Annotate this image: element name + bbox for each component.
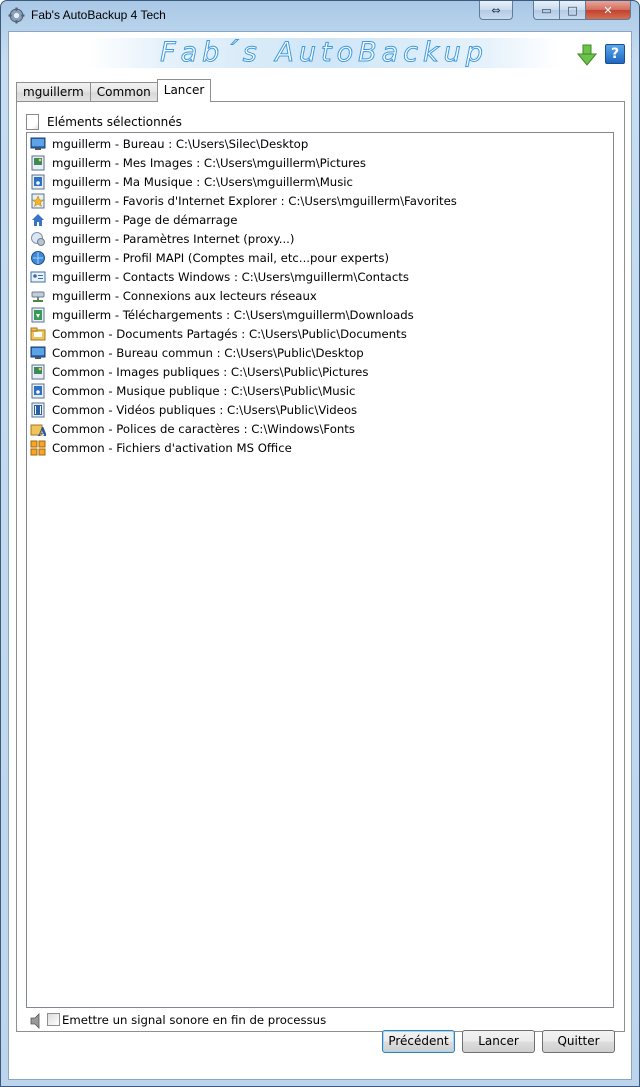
list-item[interactable]: mguillerm - Page de démarrage xyxy=(30,210,237,229)
tab-strip: mguillerm Common Lancer xyxy=(16,79,212,102)
selected-items-title: Eléments sélectionnés xyxy=(47,115,182,129)
office-icon xyxy=(30,440,46,456)
videos-icon xyxy=(30,402,46,418)
help-icon[interactable]: ? xyxy=(605,44,625,64)
document-icon xyxy=(26,114,39,130)
app-gear-icon xyxy=(8,7,25,24)
title-bar[interactable]: Fab's AutoBackup 4 Tech ⇔ ▭ □ ✕ xyxy=(1,1,639,31)
list-item-label: Common - Fichiers d'activation MS Office xyxy=(52,440,292,455)
downloads-icon xyxy=(30,307,46,323)
internet-settings-icon xyxy=(30,231,46,247)
favorites-icon xyxy=(30,193,46,209)
list-item[interactable]: Common - Fichiers d'activation MS Office xyxy=(30,438,292,457)
list-item-label: mguillerm - Ma Musique : C:\Users\mguill… xyxy=(52,174,353,189)
minimize-icon: ▭ xyxy=(541,3,552,17)
green-down-arrow-icon[interactable] xyxy=(577,44,597,66)
shared-documents-icon xyxy=(30,326,46,342)
list-item[interactable]: mguillerm - Mes Images : C:\Users\mguill… xyxy=(30,153,366,172)
contacts-icon xyxy=(30,269,46,285)
sound-signal-label[interactable]: Emettre un signal sonore en fin de proce… xyxy=(62,1013,326,1027)
list-item-label: mguillerm - Profil MAPI (Comptes mail, e… xyxy=(52,250,390,265)
close-button[interactable]: ✕ xyxy=(586,1,631,20)
app-window: Fab's AutoBackup 4 Tech ⇔ ▭ □ ✕ Fab´s Au… xyxy=(0,0,640,1087)
list-item-label: mguillerm - Connexions aux lecteurs rése… xyxy=(52,288,317,303)
window-title: Fab's AutoBackup 4 Tech xyxy=(31,8,166,22)
homepage-icon xyxy=(30,212,46,228)
list-item[interactable]: mguillerm - Téléchargements : C:\Users\m… xyxy=(30,305,414,324)
list-item-label: mguillerm - Paramètres Internet (proxy..… xyxy=(52,231,295,246)
selected-items-header: Eléments sélectionnés xyxy=(26,114,182,130)
network-drive-icon xyxy=(30,288,46,304)
list-item[interactable]: mguillerm - Paramètres Internet (proxy..… xyxy=(30,229,294,248)
fonts-icon: A xyxy=(30,421,46,437)
caption-buttons: ⇔ ▭ □ ✕ xyxy=(479,1,631,20)
list-item[interactable]: mguillerm - Bureau : C:\Users\Silec\Desk… xyxy=(30,134,308,153)
list-item[interactable]: mguillerm - Profil MAPI (Comptes mail, e… xyxy=(30,248,389,267)
list-item-label: mguillerm - Bureau : C:\Users\Silec\Desk… xyxy=(52,136,309,151)
minimize-button[interactable]: ▭ xyxy=(533,1,560,20)
app-banner: Fab´s AutoBackup xyxy=(89,37,559,69)
quit-button[interactable]: Quitter xyxy=(542,1030,615,1053)
list-item[interactable]: Common - Musique publique : C:\Users\Pub… xyxy=(30,381,355,400)
mail-profile-icon xyxy=(30,250,46,266)
list-item[interactable]: Common - Bureau commun : C:\Users\Public… xyxy=(30,343,364,362)
desktop-icon xyxy=(30,136,46,152)
list-item-label: Common - Polices de caractères : C:\Wind… xyxy=(52,421,355,436)
selected-items-list[interactable]: mguillerm - Bureau : C:\Users\Silec\Desk… xyxy=(26,132,614,1008)
resize-icon: ⇔ xyxy=(491,3,501,17)
list-item-label: Common - Vidéos publiques : C:\Users\Pub… xyxy=(52,402,358,417)
maximize-icon: □ xyxy=(567,3,578,17)
run-button[interactable]: Lancer xyxy=(462,1030,535,1053)
list-item[interactable]: Common - Documents Partagés : C:\Users\P… xyxy=(30,324,407,343)
desktop-icon xyxy=(30,345,46,361)
tab-lancer[interactable]: Lancer xyxy=(156,79,212,102)
list-item-label: Common - Bureau commun : C:\Users\Public… xyxy=(52,345,364,360)
banner-logo-text: Fab´s AutoBackup xyxy=(160,37,488,69)
list-item[interactable]: mguillerm - Contacts Windows : C:\Users\… xyxy=(30,267,409,286)
pictures-icon xyxy=(30,155,46,171)
list-item[interactable]: mguillerm - Connexions aux lecteurs rése… xyxy=(30,286,317,305)
music-icon xyxy=(30,383,46,399)
list-item[interactable]: mguillerm - Favoris d'Internet Explorer … xyxy=(30,191,457,210)
close-icon: ✕ xyxy=(603,3,613,17)
list-item[interactable]: Common - Vidéos publiques : C:\Users\Pub… xyxy=(30,400,357,419)
maximize-button[interactable]: □ xyxy=(560,1,586,20)
svg-text:A: A xyxy=(37,425,46,437)
tab-common[interactable]: Common xyxy=(89,82,158,102)
list-item[interactable]: A Common - Polices de caractères : C:\Win… xyxy=(30,419,355,438)
music-icon xyxy=(30,174,46,190)
list-item[interactable]: Common - Images publiques : C:\Users\Pub… xyxy=(30,362,368,381)
list-item[interactable]: mguillerm - Ma Musique : C:\Users\mguill… xyxy=(30,172,353,191)
resize-button[interactable]: ⇔ xyxy=(479,1,513,20)
list-item-label: mguillerm - Page de démarrage xyxy=(52,212,238,227)
client-area: Fab´s AutoBackup ? mguillerm Common Lancer… xyxy=(8,31,632,1080)
pictures-icon xyxy=(30,364,46,380)
list-item-label: mguillerm - Mes Images : C:\Users\mguill… xyxy=(52,155,366,170)
speaker-icon xyxy=(30,1013,40,1029)
list-item-label: Common - Images publiques : C:\Users\Pub… xyxy=(52,364,369,379)
list-item-label: mguillerm - Téléchargements : C:\Users\m… xyxy=(52,307,414,322)
list-item-label: mguillerm - Contacts Windows : C:\Users\… xyxy=(52,269,409,284)
list-item-label: mguillerm - Favoris d'Internet Explorer … xyxy=(52,193,457,208)
list-item-label: Common - Documents Partagés : C:\Users\P… xyxy=(52,326,407,341)
tab-mguillerm[interactable]: mguillerm xyxy=(16,82,91,102)
list-item-label: Common - Musique publique : C:\Users\Pub… xyxy=(52,383,356,398)
previous-button[interactable]: Précédent xyxy=(382,1030,455,1053)
sound-signal-checkbox[interactable] xyxy=(47,1013,60,1026)
